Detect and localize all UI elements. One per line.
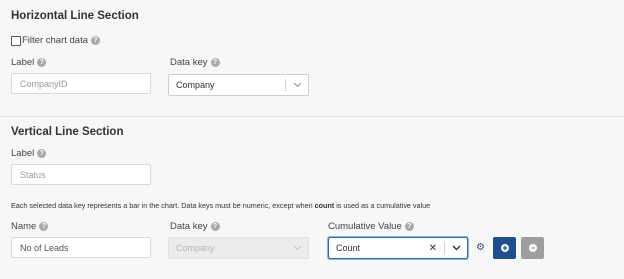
horizontal-datakey-text: Data key	[170, 57, 208, 68]
help-icon[interactable]: ?	[210, 58, 220, 67]
vertical-datakey-field-label: Data key ?	[170, 221, 220, 232]
name-input[interactable]: No of Leads	[11, 237, 151, 258]
add-button[interactable]	[493, 237, 516, 259]
vertical-section-title: Vertical Line Section	[11, 126, 124, 138]
chevron-down-icon	[286, 245, 308, 251]
help-icon[interactable]: ?	[91, 36, 100, 45]
vertical-datakey-value: Company	[176, 243, 215, 253]
vertical-label-field-label: Label ?	[11, 148, 47, 159]
filter-chart-data-label-wrap: Filter chart data ?	[22, 35, 100, 46]
help-icon[interactable]: ?	[404, 222, 414, 231]
filter-chart-data-checkbox[interactable]	[11, 36, 21, 46]
help-icon[interactable]: ?	[37, 58, 47, 67]
datakey-info-text: Each selected data key represents a bar …	[11, 201, 430, 210]
vertical-label-input[interactable]: Status	[11, 164, 151, 185]
info-text-bold: count	[314, 201, 335, 210]
horizontal-label-field-label: Label ?	[11, 57, 47, 68]
plus-icon	[500, 244, 509, 252]
help-icon[interactable]: ?	[37, 149, 47, 158]
cumulative-label-text: Cumulative Value	[328, 221, 402, 232]
cumulative-field-label: Cumulative Value ?	[328, 221, 414, 232]
section-divider	[0, 116, 624, 117]
vertical-datakey-text: Data key	[170, 221, 208, 232]
info-text-suffix: is used as a cumulative value	[334, 201, 431, 210]
horizontal-section-title: Horizontal Line Section	[11, 10, 139, 22]
horizontal-label-text: Label	[11, 57, 35, 68]
clear-icon[interactable]: ✕	[422, 243, 444, 254]
horizontal-label-input[interactable]: CompanyID	[11, 73, 151, 94]
chevron-down-icon[interactable]	[286, 82, 308, 88]
name-label-text: Name	[11, 221, 37, 232]
name-field-label: Name ?	[11, 221, 49, 232]
vertical-datakey-select: Company	[168, 237, 309, 259]
horizontal-datakey-field-label: Data key ?	[170, 57, 220, 68]
gear-icon[interactable]: ⚙	[476, 243, 485, 253]
cumulative-value-select[interactable]: Count ✕	[328, 237, 468, 259]
info-text-prefix: Each selected data key represents a bar …	[11, 201, 315, 210]
chevron-down-icon[interactable]	[445, 245, 467, 251]
filter-chart-data-label: Filter chart data	[22, 35, 88, 46]
vertical-label-text: Label	[11, 148, 35, 159]
remove-button[interactable]	[521, 237, 544, 259]
cumulative-value: Count	[336, 243, 361, 253]
minus-icon	[528, 244, 537, 252]
help-icon[interactable]: ?	[39, 222, 49, 231]
help-icon[interactable]: ?	[210, 222, 220, 231]
horizontal-datakey-value: Company	[176, 80, 215, 90]
horizontal-datakey-select[interactable]: Company	[168, 74, 309, 96]
